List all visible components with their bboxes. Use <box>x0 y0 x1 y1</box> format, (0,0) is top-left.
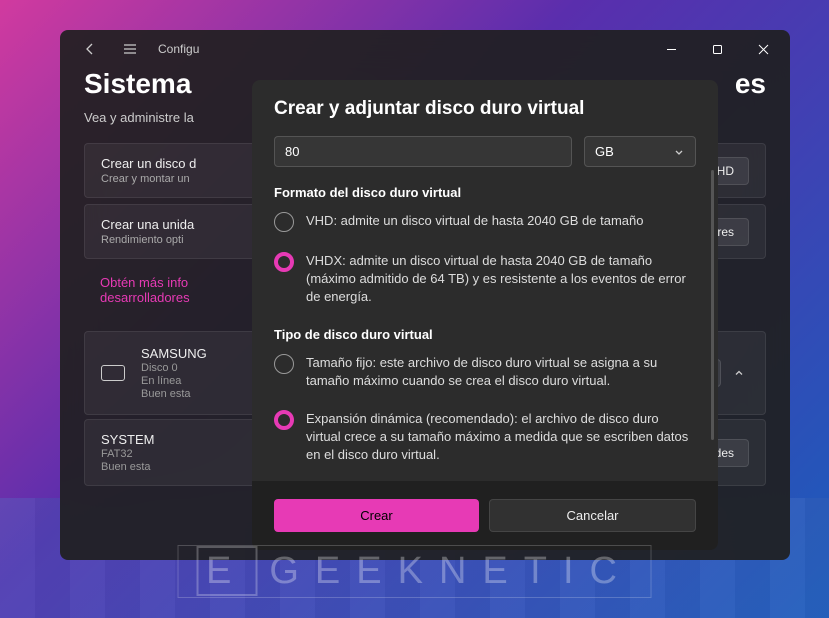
size-input[interactable] <box>274 136 572 167</box>
radio-unchecked-icon <box>274 354 294 374</box>
card-subtitle: Rendimiento opti <box>101 234 194 246</box>
card-title: Crear un disco d <box>101 156 196 171</box>
radio-label: Tamaño fijo: este archivo de disco duro … <box>306 354 696 390</box>
create-button[interactable]: Crear <box>274 499 479 532</box>
card-subtitle: Crear y montar un <box>101 173 196 185</box>
cancel-button[interactable]: Cancelar <box>489 499 696 532</box>
type-section-label: Tipo de disco duro virtual <box>274 327 696 342</box>
close-button[interactable] <box>740 30 786 68</box>
create-vhd-dialog: Crear y adjuntar disco duro virtual GB F… <box>252 80 718 550</box>
dialog-scrollbar[interactable] <box>711 170 714 440</box>
unit-select[interactable]: GB <box>584 136 696 167</box>
settings-window: Configu Sistema es Vea y administre la C… <box>60 30 790 560</box>
radio-label: VHDX: admite un disco virtual de hasta 2… <box>306 252 696 307</box>
type-fixed-option[interactable]: Tamaño fijo: este archivo de disco duro … <box>274 354 696 390</box>
type-dynamic-option[interactable]: Expansión dinámica (recomendado): el arc… <box>274 410 696 465</box>
menu-button[interactable] <box>118 37 142 61</box>
titlebar: Configu <box>60 30 790 68</box>
radio-unchecked-icon <box>274 212 294 232</box>
chevron-down-icon <box>673 146 685 158</box>
page-title-suffix: es <box>735 68 766 100</box>
window-title: Configu <box>158 42 199 56</box>
minimize-button[interactable] <box>648 30 694 68</box>
page-title: Sistema <box>84 68 191 100</box>
format-vhd-option[interactable]: VHD: admite un disco virtual de hasta 20… <box>274 212 696 232</box>
disk-icon <box>101 365 125 381</box>
format-vhdx-option[interactable]: VHDX: admite un disco virtual de hasta 2… <box>274 252 696 307</box>
radio-label: VHD: admite un disco virtual de hasta 20… <box>306 212 643 230</box>
card-title: Crear una unida <box>101 217 194 232</box>
format-section-label: Formato del disco duro virtual <box>274 185 696 200</box>
radio-checked-icon <box>274 410 294 430</box>
dialog-title: Crear y adjuntar disco duro virtual <box>274 98 696 120</box>
chevron-up-icon[interactable] <box>729 363 749 383</box>
radio-checked-icon <box>274 252 294 272</box>
radio-label: Expansión dinámica (recomendado): el arc… <box>306 410 696 465</box>
unit-value: GB <box>595 144 614 159</box>
maximize-button[interactable] <box>694 30 740 68</box>
back-button[interactable] <box>78 37 102 61</box>
